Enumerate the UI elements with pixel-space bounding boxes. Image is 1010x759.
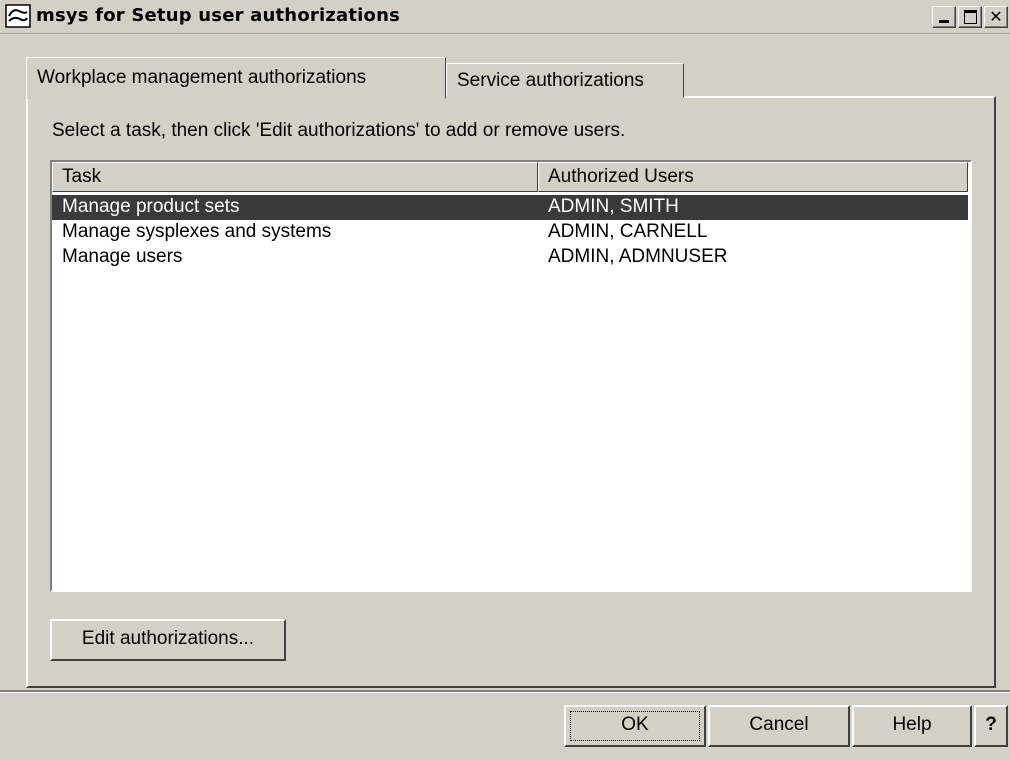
ok-button[interactable]: OK	[564, 705, 706, 747]
tab-label: Service authorizations	[457, 70, 644, 91]
table-row[interactable]: Manage sysplexes and systems ADMIN, CARN…	[52, 220, 968, 245]
minimize-button[interactable]	[932, 6, 956, 28]
tab-label: Workplace management authorizations	[37, 67, 367, 88]
tab-service-authorizations[interactable]: Service authorizations	[446, 63, 684, 98]
table-row[interactable]: Manage users ADMIN, ADMNUSER	[52, 245, 968, 270]
help-button[interactable]: Help	[852, 705, 972, 747]
context-help-button[interactable]: ?	[974, 705, 1008, 747]
instruction-text: Select a task, then click 'Edit authoriz…	[52, 120, 626, 141]
users-cell: ADMIN, SMITH	[548, 196, 679, 217]
column-header-task[interactable]: Task	[52, 162, 538, 192]
maximize-icon	[963, 10, 977, 24]
window-title: msys for Setup user authorizations	[36, 5, 401, 26]
column-header-authorized-users[interactable]: Authorized Users	[538, 162, 968, 192]
task-cell: Manage product sets	[62, 196, 240, 217]
tab-workplace-management-authorizations[interactable]: Workplace management authorizations	[26, 57, 446, 99]
focus-rectangle	[570, 711, 700, 741]
task-list[interactable]: Task Authorized Users Manage product set…	[50, 160, 972, 592]
task-cell: Manage sysplexes and systems	[62, 221, 332, 242]
table-header: Task Authorized Users	[52, 162, 968, 192]
edit-authorizations-button[interactable]: Edit authorizations...	[50, 619, 286, 661]
title-bar[interactable]: msys for Setup user authorizations ✕	[0, 0, 1010, 34]
msys-app-icon	[5, 4, 31, 28]
maximize-button[interactable]	[958, 6, 982, 28]
divider	[0, 690, 1010, 693]
close-icon: ✕	[989, 7, 1003, 26]
cancel-button[interactable]: Cancel	[708, 705, 850, 747]
task-cell: Manage users	[62, 246, 183, 267]
users-cell: ADMIN, CARNELL	[548, 221, 708, 242]
users-cell: ADMIN, ADMNUSER	[548, 246, 728, 267]
close-button[interactable]: ✕	[984, 6, 1008, 28]
table-row[interactable]: Manage product sets ADMIN, SMITH	[52, 195, 968, 220]
